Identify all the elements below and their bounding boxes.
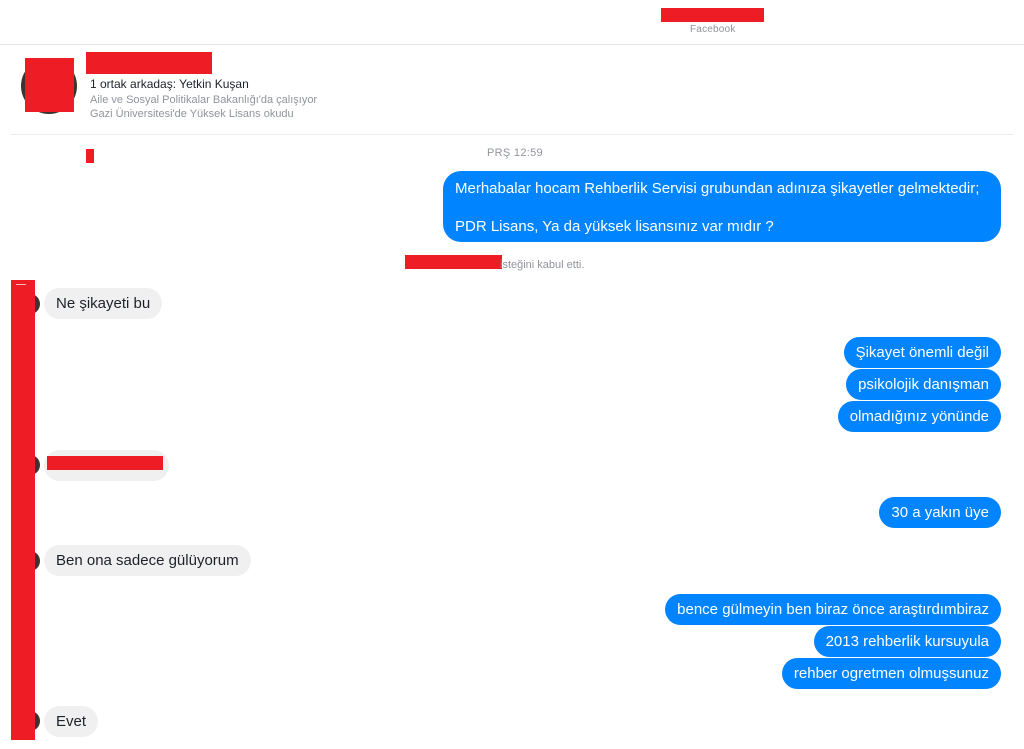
redacted-message-text [47,456,163,470]
redacted-system-name [405,255,502,269]
outgoing-message[interactable]: 2013 rehberlik kursuyula [813,626,1001,657]
outgoing-message[interactable]: psikolojik danışman [846,369,1001,400]
redacted-avatar [25,58,74,112]
outgoing-message[interactable]: olmadığınız yönünde [837,401,1001,432]
profile-divider [10,134,1014,135]
redacted-profile-name [86,52,212,74]
redaction-bar-mark [16,284,26,285]
work-info: Aile ve Sosyal Politikalar Bakanlığı'da … [90,94,318,106]
facebook-label: Facebook [690,24,736,35]
mutual-friend-text[interactable]: 1 ortak arkadaş: Yetkin Kuşan [90,77,249,91]
top-bar: Facebook [0,0,1024,45]
message-line: PDR Lisans, Ya da yüksek lisansınız var … [455,218,774,235]
incoming-message[interactable]: Evet [44,706,99,737]
outgoing-message[interactable]: Merhabalar hocam Rehberlik Servisi grubu… [443,171,1001,242]
redacted-name-header [661,8,764,22]
redaction-bar [11,280,35,740]
outgoing-message[interactable]: rehber ogretmen olmuşsunuz [781,658,1001,689]
system-message: isteğini kabul etti. [500,259,585,271]
incoming-message[interactable]: Ben ona sadece gülüyorum [44,545,251,576]
message-timestamp: PRŞ 12:59 [487,147,543,159]
outgoing-message[interactable]: 30 a yakın üye [879,497,1001,528]
education-info: Gazi Üniversitesi'de Yüksek Lisans okudu [90,108,294,120]
message-line: Merhabalar hocam Rehberlik Servisi grubu… [455,180,980,197]
incoming-message[interactable]: Ne şikayeti bu [44,288,163,319]
outgoing-message[interactable]: bence gülmeyin ben biraz önce araştırdım… [665,594,1001,625]
outgoing-message[interactable]: Şikayet önemli değil [843,337,1001,368]
